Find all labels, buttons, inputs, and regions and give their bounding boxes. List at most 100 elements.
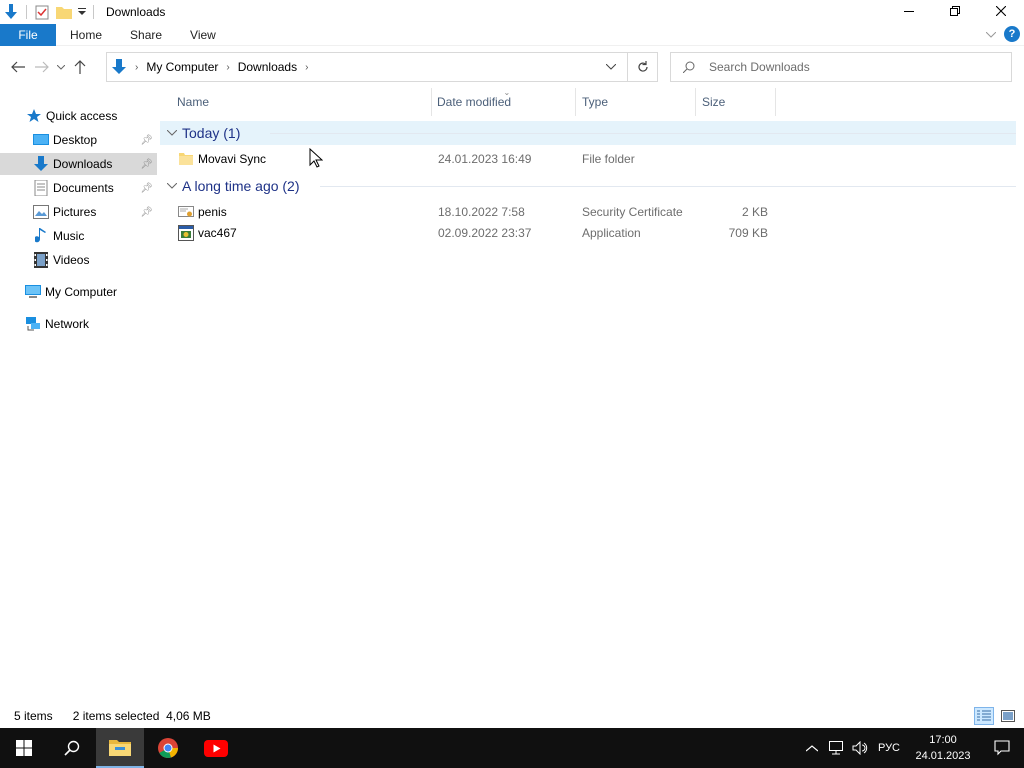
- group-label: Today (1): [182, 125, 241, 141]
- item-count: 5 items: [14, 709, 53, 723]
- back-button[interactable]: [6, 55, 30, 79]
- computer-icon: [25, 284, 41, 300]
- file-type: Application: [582, 225, 641, 240]
- sidebar-item-label: Network: [45, 317, 90, 331]
- forward-button[interactable]: [30, 55, 54, 79]
- column-header-size[interactable]: Size: [696, 88, 776, 116]
- address-dropdown-button[interactable]: [599, 53, 623, 81]
- search-icon: [64, 740, 80, 756]
- pictures-icon: [33, 204, 49, 220]
- input-language-indicator[interactable]: РУС: [878, 742, 900, 754]
- column-label: Name: [177, 95, 210, 109]
- recent-locations-button[interactable]: [54, 55, 68, 79]
- sidebar-item-quick-access[interactable]: Quick access: [0, 105, 157, 127]
- file-name: Movavi Sync: [198, 151, 267, 166]
- network-tray-icon[interactable]: [824, 728, 848, 768]
- column-label: Date modified: [437, 95, 512, 109]
- collapse-chevron-icon[interactable]: [162, 183, 182, 189]
- search-box[interactable]: [670, 52, 1012, 82]
- pin-icon[interactable]: 📌︎: [140, 207, 153, 218]
- close-button[interactable]: [978, 0, 1024, 22]
- expand-ribbon-icon[interactable]: [985, 27, 997, 41]
- mouse-cursor-icon: [309, 147, 324, 171]
- tab-share[interactable]: Share: [116, 24, 176, 46]
- sidebar-item-my-computer[interactable]: My Computer: [0, 281, 157, 303]
- sidebar-item-label: Documents: [53, 181, 114, 195]
- restore-button[interactable]: [932, 0, 978, 22]
- chevron-down-icon: [606, 64, 616, 70]
- action-center-button[interactable]: [980, 728, 1024, 768]
- table-row[interactable]: penis 18.10.2022 7:58 Security Certifica…: [160, 201, 1024, 222]
- tab-home[interactable]: Home: [56, 24, 116, 46]
- up-button[interactable]: [68, 55, 92, 79]
- collapse-chevron-icon[interactable]: [162, 130, 182, 136]
- table-row[interactable]: vac467 02.09.2022 23:37 Application 709 …: [160, 222, 1024, 243]
- sidebar-item-videos[interactable]: Videos: [0, 249, 157, 271]
- clock-time: 17:00: [929, 734, 957, 746]
- back-arrow-icon: [11, 61, 25, 73]
- status-bar: 5 items 2 items selected 4,06 MB: [0, 704, 1024, 728]
- sidebar-item-desktop[interactable]: Desktop 📌︎: [0, 129, 157, 151]
- group-header-long-time-ago[interactable]: A long time ago (2): [160, 174, 1016, 198]
- table-row[interactable]: Movavi Sync 24.01.2023 16:49 File folder: [160, 148, 1024, 169]
- tab-file[interactable]: File: [0, 23, 56, 46]
- chrome-taskbar-button[interactable]: [144, 728, 192, 768]
- download-icon: [33, 156, 49, 172]
- minimize-button[interactable]: [886, 0, 932, 22]
- download-arrow-icon: [2, 3, 20, 21]
- folder-icon: [178, 151, 194, 167]
- quick-access-toolbar: [0, 0, 100, 24]
- tab-view[interactable]: View: [176, 24, 230, 46]
- videos-icon: [33, 252, 49, 268]
- group-label: A long time ago (2): [182, 178, 300, 194]
- chevron-right-icon[interactable]: ›: [135, 62, 138, 73]
- sidebar-item-documents[interactable]: Documents 📌︎: [0, 177, 157, 199]
- youtube-taskbar-button[interactable]: [192, 728, 240, 768]
- search-taskbar-button[interactable]: [48, 728, 96, 768]
- column-header-date[interactable]: ⌄ Date modified: [432, 88, 576, 116]
- navigation-bar: › My Computer › Downloads ›: [0, 50, 1024, 84]
- details-view-button[interactable]: [974, 707, 994, 725]
- file-date: 24.01.2023 16:49: [438, 151, 532, 166]
- certificate-icon: [178, 204, 194, 220]
- large-icons-view-button[interactable]: [998, 707, 1018, 725]
- start-button[interactable]: [0, 728, 48, 768]
- sort-indicator-icon: ⌄: [503, 88, 511, 97]
- clock[interactable]: 17:00 24.01.2023: [906, 732, 980, 764]
- file-explorer-icon: [109, 740, 131, 756]
- search-input[interactable]: [709, 60, 999, 74]
- column-header-type[interactable]: Type: [576, 88, 696, 116]
- new-folder-icon[interactable]: [55, 3, 73, 21]
- system-tray: РУС 17:00 24.01.2023: [800, 728, 1024, 768]
- chevron-right-icon[interactable]: ›: [305, 62, 308, 73]
- pin-icon[interactable]: 📌︎: [140, 183, 153, 194]
- refresh-button[interactable]: [627, 53, 657, 81]
- column-header-name[interactable]: Name: [160, 88, 432, 116]
- breadcrumb-downloads[interactable]: Downloads: [238, 60, 297, 74]
- help-icon[interactable]: ?: [1004, 26, 1020, 42]
- sidebar-item-downloads[interactable]: Downloads 📌︎: [0, 153, 157, 175]
- sidebar-item-network[interactable]: Network: [0, 313, 157, 335]
- selection-info: 2 items selected 4,06 MB: [72, 709, 211, 723]
- pin-icon[interactable]: 📌︎: [140, 159, 153, 170]
- file-size: 709 KB: [728, 225, 768, 240]
- sidebar-item-music[interactable]: Music: [0, 225, 157, 247]
- file-name: vac467: [198, 225, 237, 240]
- volume-icon[interactable]: [848, 728, 872, 768]
- address-bar[interactable]: › My Computer › Downloads ›: [106, 52, 658, 82]
- chevron-down-icon: [57, 64, 65, 70]
- group-header-today[interactable]: Today (1): [160, 121, 1016, 145]
- star-icon: [26, 108, 42, 124]
- chevron-right-icon[interactable]: ›: [226, 62, 229, 73]
- file-explorer-taskbar-button[interactable]: [96, 728, 144, 768]
- sidebar-item-pictures[interactable]: Pictures 📌︎: [0, 201, 157, 223]
- file-date: 18.10.2022 7:58: [438, 204, 525, 219]
- forward-arrow-icon: [35, 61, 49, 73]
- show-hidden-icons-button[interactable]: [800, 728, 824, 768]
- properties-icon[interactable]: [33, 3, 51, 21]
- clock-date: 24.01.2023: [915, 750, 971, 762]
- breadcrumb-my-computer[interactable]: My Computer: [146, 60, 218, 74]
- customize-toolbar-icon[interactable]: [77, 3, 87, 21]
- pin-icon[interactable]: 📌︎: [140, 135, 153, 146]
- ribbon-tabs: File Home Share View ?: [0, 23, 1024, 46]
